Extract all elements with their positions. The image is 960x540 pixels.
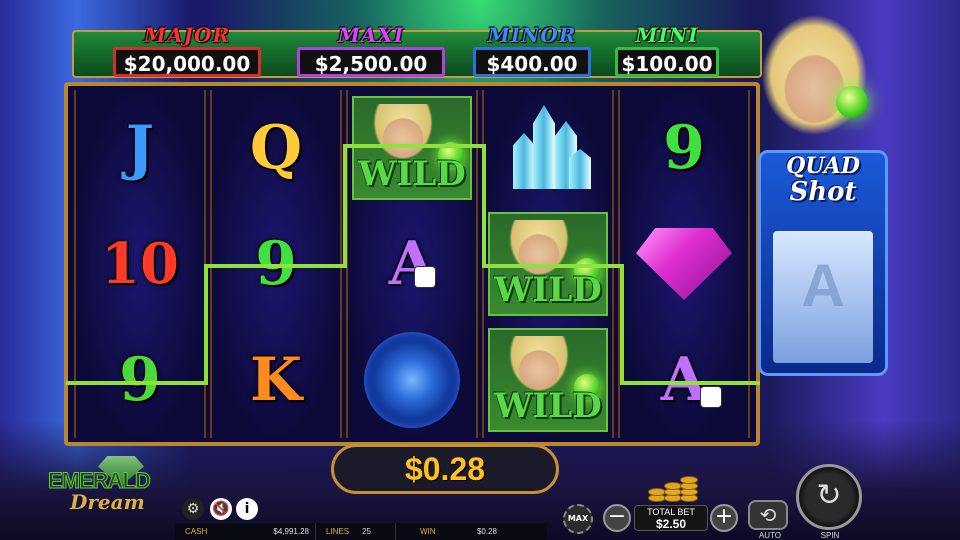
crystal-icon — [503, 103, 593, 193]
reel-grid: J 10 9 Q 9 K WILD A WILD WILD 9 A — [64, 82, 760, 446]
reel-1: J 10 9 — [74, 90, 206, 438]
symbol-cell: K — [212, 322, 340, 438]
symbol-9: 9 — [663, 113, 705, 183]
lines-label: LINES — [326, 527, 350, 536]
decrease-bet-button[interactable]: − — [603, 504, 631, 532]
emerald-orb-icon — [836, 86, 868, 118]
symbol-cell — [620, 206, 748, 322]
coin-stack-icon — [644, 476, 702, 504]
symbol-cell: 9 — [620, 90, 748, 206]
symbol-cell: WILD — [484, 206, 612, 322]
symbol-j: J — [125, 113, 155, 183]
jackpot-major: MAJOR $20,000.00 — [110, 23, 264, 77]
wild-label: WILD — [358, 154, 466, 194]
symbol-q: Q — [249, 113, 303, 183]
blue-rose-icon — [364, 332, 460, 428]
autoplay-label: AUTO — [758, 531, 782, 540]
reel-4: WILD WILD — [482, 90, 614, 438]
quad-shot-panel: QUAD Shot — [758, 150, 888, 376]
symbol-cell: 9 — [212, 206, 340, 322]
jackpot-minor: MINOR $400.00 — [472, 23, 592, 77]
symbol-a: A — [388, 229, 436, 299]
autoplay-button[interactable]: ⟲ — [748, 500, 788, 530]
symbol-cell — [484, 90, 612, 206]
symbol-cell: A — [348, 206, 476, 322]
symbol-cell: J — [76, 90, 204, 206]
reel-2: Q 9 K — [210, 90, 342, 438]
win-value: $0.28 — [476, 527, 497, 536]
jackpot-minor-value: $400.00 — [473, 47, 591, 77]
wild-label: WILD — [494, 270, 602, 310]
symbol-cell: A — [620, 322, 748, 438]
cash-display: CASH $4,991.28 — [175, 523, 315, 540]
dice-icon — [700, 386, 722, 408]
info-bar: CASH $4,991.28 LINES 25 WIN $0.28 — [175, 523, 547, 540]
reel-5: 9 A — [618, 90, 750, 438]
jackpot-maxi: MAXI $2,500.00 — [294, 23, 448, 77]
quad-shot-line1: QUAD — [786, 153, 860, 179]
symbol-9: 9 — [119, 345, 161, 415]
jackpot-minor-title: MINOR — [487, 23, 577, 47]
symbol-cell: 10 — [76, 206, 204, 322]
game-logo: EMERALD Dream — [48, 456, 198, 516]
cash-value: $4,991.28 — [273, 527, 309, 536]
symbol-cell: 9 — [76, 322, 204, 438]
quad-shot-title: QUAD Shot — [761, 153, 885, 207]
total-bet-value: $2.50 — [655, 517, 687, 531]
symbol-cell: WILD — [348, 90, 476, 206]
symbol-cell — [348, 322, 476, 438]
jackpot-maxi-title: MAXI — [337, 23, 405, 47]
reel-3: WILD A — [346, 90, 478, 438]
pink-diamond-icon — [636, 228, 732, 300]
win-amount-display: $0.28 — [331, 444, 559, 494]
cash-label: CASH — [185, 527, 208, 536]
lines-display: LINES 25 — [315, 523, 395, 540]
wild-symbol: WILD — [488, 328, 608, 432]
lines-value: 25 — [362, 527, 371, 536]
jackpot-maxi-value: $2,500.00 — [297, 47, 445, 77]
symbol-9: 9 — [255, 229, 297, 299]
logo-subtitle: Dream — [70, 490, 145, 514]
gear-icon[interactable]: ⚙ — [182, 498, 204, 520]
jackpot-mini-title: MINI — [635, 23, 699, 47]
wild-label: WILD — [494, 386, 602, 426]
symbol-10: 10 — [101, 231, 179, 297]
jackpot-mini-value: $100.00 — [615, 47, 719, 77]
total-bet-display: TOTAL BET $2.50 — [634, 505, 708, 531]
dice-icon — [414, 266, 436, 288]
sound-off-icon[interactable]: 🔇 — [210, 498, 232, 520]
spin-label: SPIN — [820, 531, 840, 540]
quad-shot-line2: Shot — [789, 177, 857, 207]
spin-button[interactable]: ↻ — [796, 464, 862, 530]
jackpot-mini: MINI $100.00 — [614, 23, 720, 77]
emerald-lady-portrait — [752, 12, 882, 152]
symbol-cell: WILD — [484, 322, 612, 438]
info-icon[interactable]: i — [236, 498, 258, 520]
increase-bet-button[interactable]: + — [710, 504, 738, 532]
symbol-k: K — [249, 345, 303, 415]
win-label: WIN — [420, 527, 436, 536]
jackpot-major-title: MAJOR — [143, 23, 231, 47]
wild-symbol: WILD — [352, 96, 472, 200]
jackpot-bar: MAJOR $20,000.00 MAXI $2,500.00 MINOR $4… — [72, 24, 762, 78]
wild-symbol: WILD — [488, 212, 608, 316]
jackpot-major-value: $20,000.00 — [113, 47, 261, 77]
symbol-cell: Q — [212, 90, 340, 206]
win-display: WIN $0.28 — [395, 523, 547, 540]
quad-shot-reel — [773, 231, 873, 363]
max-bet-button[interactable]: MAX — [563, 504, 593, 534]
